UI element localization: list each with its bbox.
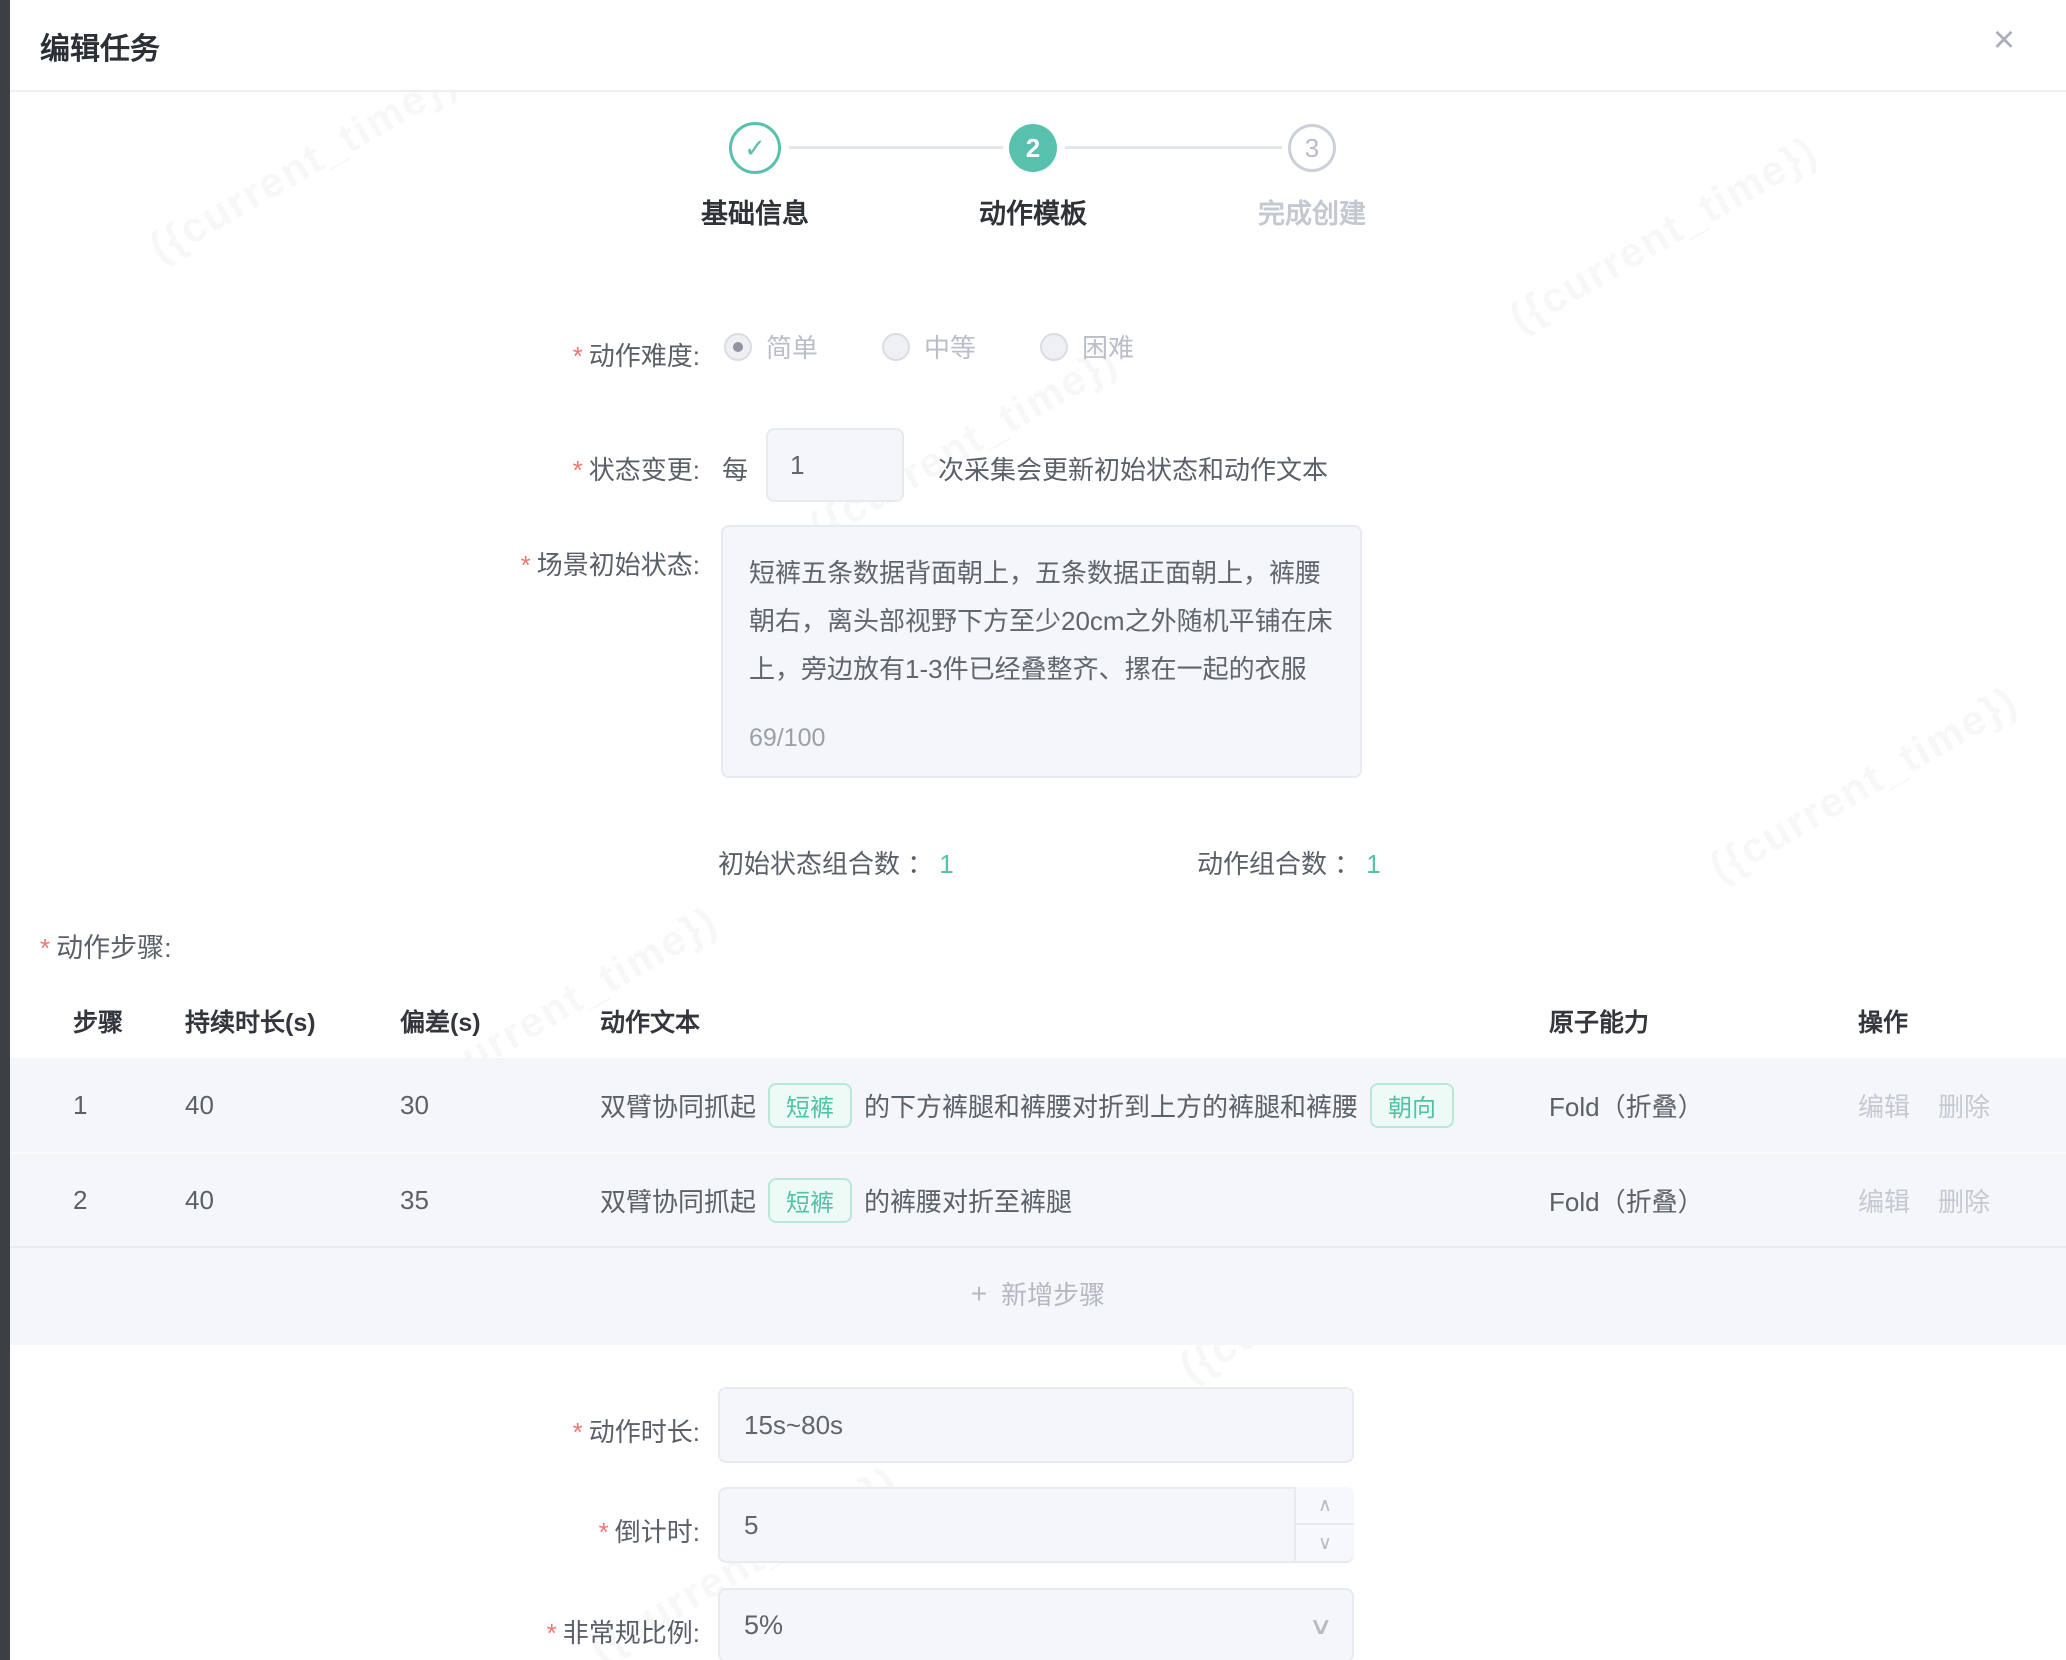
radio-hard[interactable]: 困难: [1040, 328, 1134, 365]
state-change-label: *状态变更:: [10, 450, 700, 487]
watermark-text: ({current_time}): [1501, 126, 1826, 341]
step-label-action-template: 动作模板: [893, 192, 1173, 231]
cell-ability: Fold（折叠）: [1549, 1182, 1858, 1219]
table-row: 1 40 30 双臂协同抓起 短裤 的下方裤腿和裤腰对折到上方的裤腿和裤腰 朝向…: [10, 1058, 2066, 1152]
chevron-down-icon: ∨: [1309, 1612, 1334, 1641]
radio-easy-label: 简单: [766, 328, 818, 365]
cell-duration: 40: [185, 1090, 400, 1121]
step-connector: [789, 146, 1003, 149]
cell-deviation: 30: [400, 1090, 600, 1121]
step-1-check-icon: ✓: [729, 122, 781, 174]
col-header-step: 步骤: [73, 1003, 185, 1039]
step-connector: [1065, 146, 1282, 149]
required-mark: *: [40, 933, 50, 963]
col-header-ability: 原子能力: [1549, 1003, 1858, 1039]
delete-link[interactable]: 删除: [1938, 1187, 1990, 1217]
state-change-prefix: 每: [722, 450, 748, 487]
col-header-action-text: 动作文本: [600, 1003, 1549, 1039]
radio-medium[interactable]: 中等: [882, 328, 976, 365]
cell-action-text: 双臂协同抓起 短裤 的裤腰对折至裤腿: [600, 1178, 1549, 1223]
add-step-button[interactable]: + 新增步骤: [10, 1246, 2066, 1339]
number-stepper: ∧ ∨: [1294, 1487, 1354, 1563]
cell-ability: Fold（折叠）: [1549, 1087, 1858, 1124]
table-row: 2 40 35 双臂协同抓起 短裤 的裤腰对折至裤腿 Fold（折叠） 编辑删除: [10, 1152, 2066, 1246]
unusual-ratio-select[interactable]: 5% ∨: [718, 1588, 1354, 1660]
countdown-input-wrap: ∧ ∨: [718, 1487, 1354, 1563]
col-header-operations: 操作: [1858, 1003, 2066, 1039]
cell-action-text: 双臂协同抓起 短裤 的下方裤腿和裤腰对折到上方的裤腿和裤腰 朝向: [600, 1083, 1549, 1128]
step-2-circle: 2: [1009, 124, 1057, 172]
state-change-input-wrap: [766, 428, 904, 502]
required-mark: *: [599, 1517, 609, 1547]
object-tag: 短裤: [768, 1083, 852, 1128]
difficulty-label: *动作难度:: [10, 336, 700, 373]
radio-hard-dot[interactable]: [1040, 333, 1068, 361]
state-change-input[interactable]: [790, 430, 880, 500]
cell-operations: 编辑删除: [1858, 1087, 2066, 1124]
radio-medium-dot[interactable]: [882, 333, 910, 361]
cell-deviation: 35: [400, 1185, 600, 1216]
action-duration-input[interactable]: [744, 1389, 1328, 1461]
add-step-label: 新增步骤: [1001, 1275, 1105, 1312]
orientation-tag: 朝向: [1370, 1083, 1454, 1128]
cell-step: 2: [73, 1185, 185, 1216]
action-duration-label: *动作时长:: [10, 1412, 700, 1449]
steps-table-body: 1 40 30 双臂协同抓起 短裤 的下方裤腿和裤腰对折到上方的裤腿和裤腰 朝向…: [10, 1058, 2066, 1345]
dialog-header: 编辑任务 ×: [10, 0, 2066, 92]
steps-table-header: 步骤 持续时长(s) 偏差(s) 动作文本 原子能力 操作: [10, 995, 2066, 1047]
countdown-input[interactable]: [744, 1489, 1328, 1561]
action-combo-value: 1: [1366, 849, 1380, 879]
chevron-down-icon: ∨: [1318, 1532, 1332, 1555]
object-tag: 短裤: [768, 1178, 852, 1223]
stepper-increase-button[interactable]: ∧: [1296, 1487, 1354, 1525]
close-icon[interactable]: ×: [1976, 12, 2032, 68]
stepper-decrease-button[interactable]: ∨: [1296, 1525, 1354, 1561]
required-mark: *: [573, 1417, 583, 1447]
difficulty-radio-group: 简单 中等 困难: [724, 328, 1134, 365]
initial-combo-count: 初始状态组合数 ：1: [718, 844, 954, 881]
required-mark: *: [573, 455, 583, 485]
action-steps-section-label: *动作步骤:: [40, 926, 172, 965]
watermark-text: ({current_time}): [1701, 676, 2026, 891]
radio-easy[interactable]: 简单: [724, 328, 818, 365]
required-mark: *: [547, 1618, 557, 1648]
edit-link[interactable]: 编辑: [1858, 1187, 1910, 1217]
edit-link[interactable]: 编辑: [1858, 1092, 1910, 1122]
edit-task-dialog: ({current_time}) ({current_time}) ({curr…: [10, 0, 2066, 1660]
state-change-suffix: 次采集会更新初始状态和动作文本: [938, 450, 1328, 487]
radio-hard-label: 困难: [1082, 328, 1134, 365]
initial-state-label: *场景初始状态:: [10, 545, 700, 582]
step-3-circle: 3: [1288, 124, 1336, 172]
required-mark: *: [573, 341, 583, 371]
action-combo-count: 动作组合数 ：1: [1197, 844, 1381, 881]
delete-link[interactable]: 删除: [1938, 1092, 1990, 1122]
char-counter: 69/100: [749, 714, 825, 762]
cell-operations: 编辑删除: [1858, 1182, 2066, 1219]
step-label-basic-info: 基础信息: [615, 192, 895, 231]
initial-combo-value: 1: [939, 849, 953, 879]
initial-state-textarea[interactable]: 短裤五条数据背面朝上，五条数据正面朝上，裤腰朝右，离头部视野下方至少20cm之外…: [721, 525, 1362, 778]
cell-step: 1: [73, 1090, 185, 1121]
unusual-ratio-value: 5%: [744, 1610, 783, 1641]
action-duration-input-wrap: [718, 1387, 1354, 1463]
plus-icon: +: [971, 1278, 987, 1310]
step-label-finish: 完成创建: [1172, 192, 1452, 231]
cell-duration: 40: [185, 1185, 400, 1216]
countdown-label: *倒计时:: [10, 1512, 700, 1549]
radio-medium-label: 中等: [924, 328, 976, 365]
col-header-deviation: 偏差(s): [400, 1003, 600, 1039]
unusual-ratio-label: *非常规比例:: [10, 1613, 700, 1650]
initial-state-text: 短裤五条数据背面朝上，五条数据正面朝上，裤腰朝右，离头部视野下方至少20cm之外…: [749, 558, 1333, 684]
col-header-duration: 持续时长(s): [185, 1003, 400, 1039]
radio-easy-dot[interactable]: [724, 333, 752, 361]
required-mark: *: [521, 550, 531, 580]
chevron-up-icon: ∧: [1318, 1494, 1332, 1517]
dialog-title: 编辑任务: [40, 24, 160, 68]
